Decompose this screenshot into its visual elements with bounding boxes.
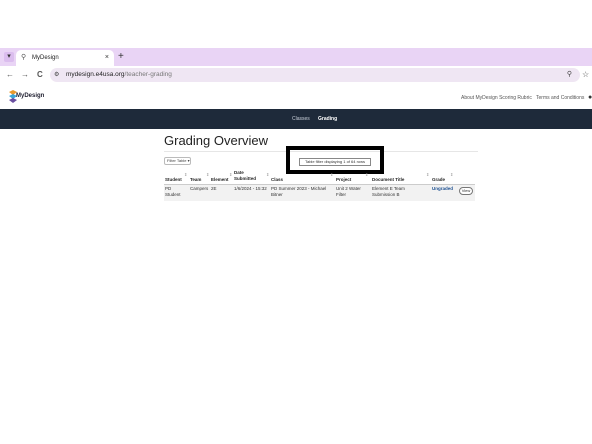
sort-icon[interactable]: ⇕ [229, 173, 232, 177]
header-element[interactable]: Element [211, 177, 229, 183]
header-project[interactable]: Project [336, 177, 351, 183]
header-class[interactable]: Class [271, 177, 283, 183]
nav-classes[interactable]: Classes [292, 116, 310, 123]
cell-student: PD Student [165, 186, 181, 197]
cell-team: Campers [190, 186, 209, 191]
search-icon[interactable]: ⚲ [567, 70, 572, 79]
sort-icon[interactable]: ⇕ [330, 173, 333, 177]
back-button[interactable]: ← [6, 69, 14, 80]
user-icon[interactable]: ● [588, 94, 592, 101]
header-team[interactable]: Team [190, 177, 201, 183]
sort-icon[interactable]: ⇕ [266, 173, 269, 177]
nav-grading[interactable]: Grading [318, 116, 337, 123]
tab-search-button[interactable]: ▾ [4, 52, 14, 62]
tab-close-button[interactable]: × [105, 53, 109, 62]
cell-document-title: Element E Team Submission B [372, 186, 405, 197]
logo-text: MyDesign [16, 93, 45, 99]
cell-grade-link[interactable]: Ungraded [432, 186, 453, 192]
chevron-down-icon: ▾ [7, 53, 11, 60]
new-tab-button[interactable]: + [118, 51, 124, 63]
cell-project: Unit 2 Water Filter [336, 186, 361, 197]
grading-table: Student ⇕ Team ⇕ Element ⇕ Date Submitte… [164, 167, 475, 202]
sort-icon[interactable]: ⇕ [365, 173, 368, 177]
cell-class: PD Summer 2023 - Michael Bitner [271, 186, 327, 197]
cell-date: 1/6/2024 - 15:32 [234, 186, 267, 191]
header-document-title[interactable]: Document Title [372, 177, 404, 183]
rubric-link[interactable]: About MyDesign Scoring Rubric [461, 95, 532, 102]
forward-button[interactable]: → [21, 69, 29, 80]
terms-link[interactable]: Terms and Conditions [536, 95, 584, 102]
sort-icon[interactable]: ⇕ [184, 173, 187, 177]
sort-icon[interactable]: ⇕ [206, 173, 209, 177]
reload-button[interactable]: C [37, 69, 43, 80]
view-button[interactable]: View [459, 187, 473, 195]
sort-icon[interactable]: ⇕ [450, 173, 453, 177]
filter-table-button[interactable]: Filter Table ▾ [164, 157, 191, 165]
mydesign-logo[interactable]: MyDesign [8, 90, 44, 104]
sort-icon[interactable]: ⇕ [426, 173, 429, 177]
header-date-submitted[interactable]: Date Submitted [234, 170, 256, 182]
tab-title: MyDesign [32, 55, 59, 61]
site-favicon-icon: ⚲ [21, 54, 27, 61]
star-icon[interactable]: ☆ [582, 70, 589, 79]
address-bar[interactable]: ⚙ mydesign.e4usa.org/teacher-grading ⚲ [50, 68, 580, 82]
filter-status-badge: Table filter displaying 1 of 64 rows [299, 158, 371, 166]
header-grade[interactable]: Grade [432, 177, 445, 183]
page-title: Grading Overview [164, 133, 269, 148]
header-student[interactable]: Student [165, 177, 182, 183]
browser-tab[interactable]: ⚲ MyDesign × [16, 50, 114, 66]
screen-top-margin [0, 0, 592, 48]
cell-element: 2E [211, 186, 217, 191]
url-text: mydesign.e4usa.org/teacher-grading [66, 71, 172, 78]
table-row: PD Student Campers 2E 1/6/2024 - 15:32 P… [164, 185, 475, 201]
tune-icon[interactable]: ⚙ [54, 71, 59, 79]
